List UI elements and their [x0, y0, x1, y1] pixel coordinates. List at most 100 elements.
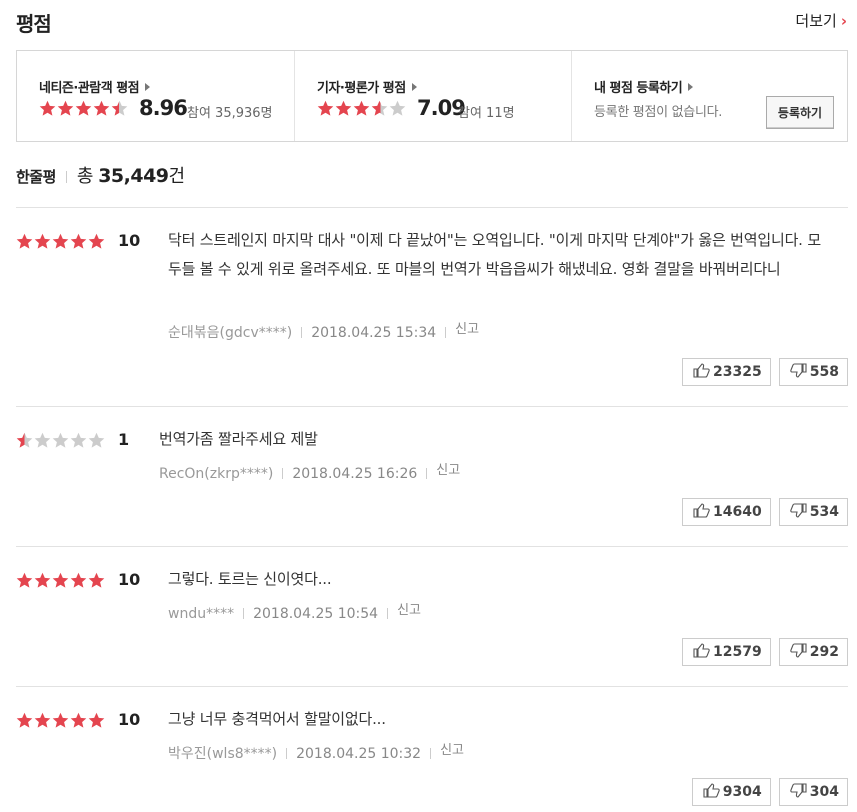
my-rating-label[interactable]: 내 평점 등록하기 — [594, 81, 683, 96]
review-score: 1 — [118, 430, 130, 449]
review-meta: RecOn(zkrp****) 2018.04.25 16:26 신고 — [159, 459, 460, 482]
review-meta: wndu**** 2018.04.25 10:54 신고 — [168, 599, 421, 622]
star-icon — [16, 572, 33, 588]
dislike-button[interactable]: 304 — [778, 778, 848, 806]
divider — [282, 468, 284, 479]
critic-rating-label[interactable]: 기자·평론가 평점 — [317, 81, 406, 96]
netizen-participants: 참여 35,936명 — [187, 106, 273, 121]
netizen-rating: 네티즌·관람객 평점 8.96 참여 35,936명 — [17, 51, 293, 141]
review-score: 10 — [118, 710, 141, 729]
reviews-label: 한줄평 — [16, 168, 56, 186]
star-icon — [111, 100, 128, 116]
total-suffix: 건 — [168, 166, 186, 187]
thumbs-down-icon — [790, 502, 810, 522]
star-icon — [88, 572, 105, 588]
report-link[interactable]: 신고 — [455, 322, 479, 337]
total-count: 35,449 — [98, 165, 169, 187]
divider — [430, 748, 432, 759]
netizen-rating-label[interactable]: 네티즌·관람객 평점 — [39, 81, 140, 96]
review-user[interactable]: 박우진(wls8****) — [168, 746, 277, 762]
review-meta: 순대볶음(gdcv****) 2018.04.25 15:34 신고 — [168, 318, 479, 342]
star-icon — [52, 233, 69, 249]
star-icon — [16, 432, 33, 448]
critic-participants: 참여 11명 — [458, 106, 515, 121]
triangle-right-icon — [688, 83, 694, 91]
review-meta: 박우진(wls8****) 2018.04.25 10:32 신고 — [168, 739, 464, 763]
vote-buttons: 23325 558 — [682, 358, 848, 386]
divider — [445, 327, 447, 338]
review-stars — [16, 572, 105, 589]
thumbs-up-icon — [693, 362, 713, 382]
star-icon — [88, 432, 105, 448]
review-user[interactable]: wndu**** — [168, 606, 234, 622]
review-date: 2018.04.25 10:32 — [296, 746, 422, 762]
review-item: 10 닥터 스트레인지 마지막 대사 "이제 다 끝났어"는 오역입니다. "이… — [16, 207, 848, 407]
more-link[interactable]: 더보기 › — [795, 10, 847, 31]
review-text: 그렇다. 토르는 신이엿다... — [168, 570, 332, 588]
report-link[interactable]: 신고 — [397, 603, 421, 618]
divider — [387, 608, 389, 619]
like-button[interactable]: 9304 — [691, 778, 771, 806]
register-rating-button[interactable]: 등록하기 — [766, 96, 834, 129]
star-icon — [88, 712, 105, 728]
star-icon — [353, 100, 370, 116]
dislike-button[interactable]: 292 — [778, 638, 848, 666]
review-user[interactable]: RecOn(zkrp****) — [159, 466, 273, 482]
my-rating: 내 평점 등록하기 등록한 평점이 없습니다. 등록하기 — [571, 51, 847, 141]
rating-summary: 네티즌·관람객 평점 8.96 참여 35,936명 기자·평론가 평점 7.0… — [16, 50, 848, 142]
review-stars — [16, 233, 105, 250]
star-icon — [34, 432, 51, 448]
my-rating-link[interactable]: 내 평점 등록하기 — [594, 77, 694, 96]
thumbs-up-icon — [693, 502, 713, 522]
critic-rating-link[interactable]: 기자·평론가 평점 — [317, 77, 417, 96]
thumbs-up-icon — [693, 642, 713, 662]
star-icon — [52, 712, 69, 728]
section-title: 평점 — [16, 12, 52, 36]
review-item: 1 번역가좀 짤라주세요 제발 RecOn(zkrp****) 2018.04.2… — [16, 406, 848, 546]
review-date: 2018.04.25 16:26 — [292, 466, 418, 482]
like-count: 9304 — [722, 784, 762, 800]
star-icon — [88, 233, 105, 249]
review-item: 10 그냥 너무 충격먹어서 할말이없다... 박우진(wls8****) 201… — [16, 686, 848, 812]
star-icon — [317, 100, 334, 116]
like-button[interactable]: 23325 — [682, 358, 771, 386]
review-item: 10 그렇다. 토르는 신이엿다... wndu**** 2018.04.25 1… — [16, 546, 848, 686]
divider — [65, 171, 67, 183]
review-user[interactable]: 순대볶음(gdcv****) — [168, 325, 292, 341]
like-button[interactable]: 12579 — [682, 638, 771, 666]
critic-stars — [317, 100, 406, 117]
dislike-button[interactable]: 558 — [778, 358, 848, 386]
vote-buttons: 14640 534 — [682, 498, 848, 526]
thumbs-down-icon — [790, 782, 810, 802]
like-count: 14640 — [713, 504, 762, 520]
star-icon — [93, 100, 110, 116]
star-icon — [70, 572, 87, 588]
review-stars — [16, 712, 105, 729]
netizen-rating-link[interactable]: 네티즌·관람객 평점 — [39, 77, 151, 96]
netizen-stars — [39, 100, 128, 117]
critic-rating: 기자·평론가 평점 7.09 참여 11명 — [294, 51, 570, 141]
like-button[interactable]: 14640 — [682, 498, 771, 526]
dislike-button[interactable]: 534 — [778, 498, 848, 526]
dislike-count: 558 — [809, 364, 839, 380]
report-link[interactable]: 신고 — [440, 743, 464, 758]
thumbs-up-icon — [703, 782, 723, 802]
divider — [426, 468, 428, 479]
star-icon — [52, 432, 69, 448]
star-icon — [389, 100, 406, 116]
more-label[interactable]: 더보기 — [795, 12, 836, 30]
report-link[interactable]: 신고 — [436, 463, 460, 478]
like-count: 23325 — [713, 364, 762, 380]
review-stars — [16, 432, 105, 449]
star-icon — [371, 100, 388, 116]
star-icon — [70, 712, 87, 728]
review-score: 10 — [118, 231, 141, 250]
dislike-count: 534 — [809, 504, 839, 520]
star-icon — [335, 100, 352, 116]
like-count: 12579 — [713, 644, 762, 660]
review-text: 번역가좀 짤라주세요 제발 — [159, 430, 318, 448]
divider — [301, 327, 303, 338]
star-icon — [34, 712, 51, 728]
review-score: 10 — [118, 570, 141, 589]
review-date: 2018.04.25 15:34 — [311, 325, 437, 341]
